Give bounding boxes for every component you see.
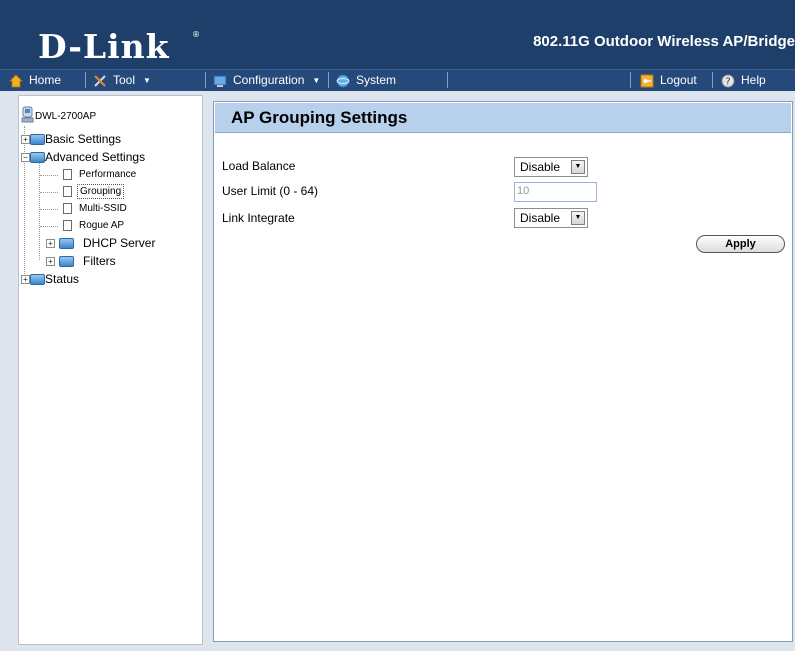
page-icon xyxy=(63,186,72,197)
tree-line xyxy=(40,175,58,176)
page-icon xyxy=(63,220,72,231)
folder-icon xyxy=(30,134,45,145)
tree-item-label: Filters xyxy=(83,254,116,268)
page-icon xyxy=(63,203,72,214)
menu-home-label: Home xyxy=(29,73,62,87)
expand-icon[interactable]: + xyxy=(21,275,30,284)
svg-text:?: ? xyxy=(725,76,730,87)
chevron-down-icon[interactable]: ▼ xyxy=(571,211,585,225)
tool-icon xyxy=(94,75,106,87)
home-icon xyxy=(9,74,23,88)
navigation-tree: DWL-2700AP + Basic Settings − Advanced S… xyxy=(18,95,203,645)
tree-line xyxy=(39,154,40,260)
user-limit-input[interactable]: 10 xyxy=(514,182,597,202)
page-title: AP Grouping Settings xyxy=(231,108,408,127)
logout-icon xyxy=(640,74,654,88)
system-icon xyxy=(336,74,350,88)
chevron-down-icon: ▼ xyxy=(143,76,151,85)
menu-logout-label: Logout xyxy=(660,73,697,87)
tree-item-label-selected: Grouping xyxy=(77,184,125,199)
header-banner: D-Link ® 802.11G Outdoor Wireless AP/Bri… xyxy=(0,0,795,69)
tree-item-label: Status xyxy=(45,272,80,286)
tree-line xyxy=(40,209,58,210)
top-menu-bar: Home Tool ▼ Configuration ▼ System Logout … xyxy=(0,69,795,91)
tree-item-label: Multi-SSID xyxy=(79,203,127,214)
help-icon: ? xyxy=(721,74,735,88)
chevron-down-icon: ▼ xyxy=(312,76,321,85)
menu-separator xyxy=(85,72,86,88)
registered-mark: ® xyxy=(192,30,200,39)
chevron-down-icon[interactable]: ▼ xyxy=(571,160,585,174)
menu-tool[interactable]: Tool ▼ xyxy=(93,70,151,91)
folder-icon xyxy=(59,238,74,249)
menu-tool-label: Tool xyxy=(113,73,136,87)
expand-icon[interactable]: + xyxy=(46,257,55,266)
expand-icon[interactable]: + xyxy=(21,135,30,144)
menu-separator xyxy=(630,72,631,88)
link-integrate-value: Disable xyxy=(520,211,561,225)
tree-item-label: DHCP Server xyxy=(83,236,156,250)
user-limit-label: User Limit (0 - 64) xyxy=(222,184,319,198)
configuration-icon xyxy=(213,75,227,87)
menu-system-label: System xyxy=(356,73,397,87)
menu-separator xyxy=(205,72,206,88)
folder-icon xyxy=(30,274,45,285)
tree-item-label: Performance xyxy=(79,169,137,180)
dlink-logo: D-Link xyxy=(38,27,170,66)
menu-help[interactable]: ? Help xyxy=(721,70,766,91)
menu-home[interactable]: Home xyxy=(9,70,61,91)
expand-icon[interactable]: + xyxy=(46,239,55,248)
collapse-icon[interactable]: − xyxy=(21,153,30,162)
tree-item-label: Rogue AP xyxy=(79,220,125,231)
apply-button[interactable]: Apply xyxy=(696,235,785,253)
tree-root-label: DWL-2700AP xyxy=(35,111,97,122)
menu-configuration-label: Configuration xyxy=(233,73,305,87)
menu-help-label: Help xyxy=(741,73,766,87)
load-balance-label: Load Balance xyxy=(222,159,296,173)
load-balance-value: Disable xyxy=(520,160,561,174)
product-title: 802.11G Outdoor Wireless AP/Bridge xyxy=(533,33,795,50)
panel-title-bar: AP Grouping Settings xyxy=(215,103,791,133)
load-balance-select[interactable]: Disable ▼ xyxy=(514,157,588,177)
device-icon xyxy=(21,106,34,123)
menu-configuration[interactable]: Configuration ▼ xyxy=(213,70,320,91)
link-integrate-select[interactable]: Disable ▼ xyxy=(514,208,588,228)
menu-separator xyxy=(328,72,329,88)
tree-item-label: Advanced Settings xyxy=(45,150,146,164)
folder-icon xyxy=(59,256,74,267)
tree-line xyxy=(24,126,25,280)
tree-item-label: Basic Settings xyxy=(45,132,122,146)
menu-separator xyxy=(447,72,448,88)
menu-logout[interactable]: Logout xyxy=(640,70,697,91)
page-icon xyxy=(63,169,72,180)
link-integrate-label: Link Integrate xyxy=(222,211,295,225)
folder-open-icon xyxy=(30,152,45,163)
menu-system[interactable]: System xyxy=(336,70,396,91)
menu-separator xyxy=(712,72,713,88)
tree-line xyxy=(40,226,58,227)
tree-line xyxy=(40,192,58,193)
settings-panel: AP Grouping Settings Load Balance Disabl… xyxy=(213,101,793,642)
